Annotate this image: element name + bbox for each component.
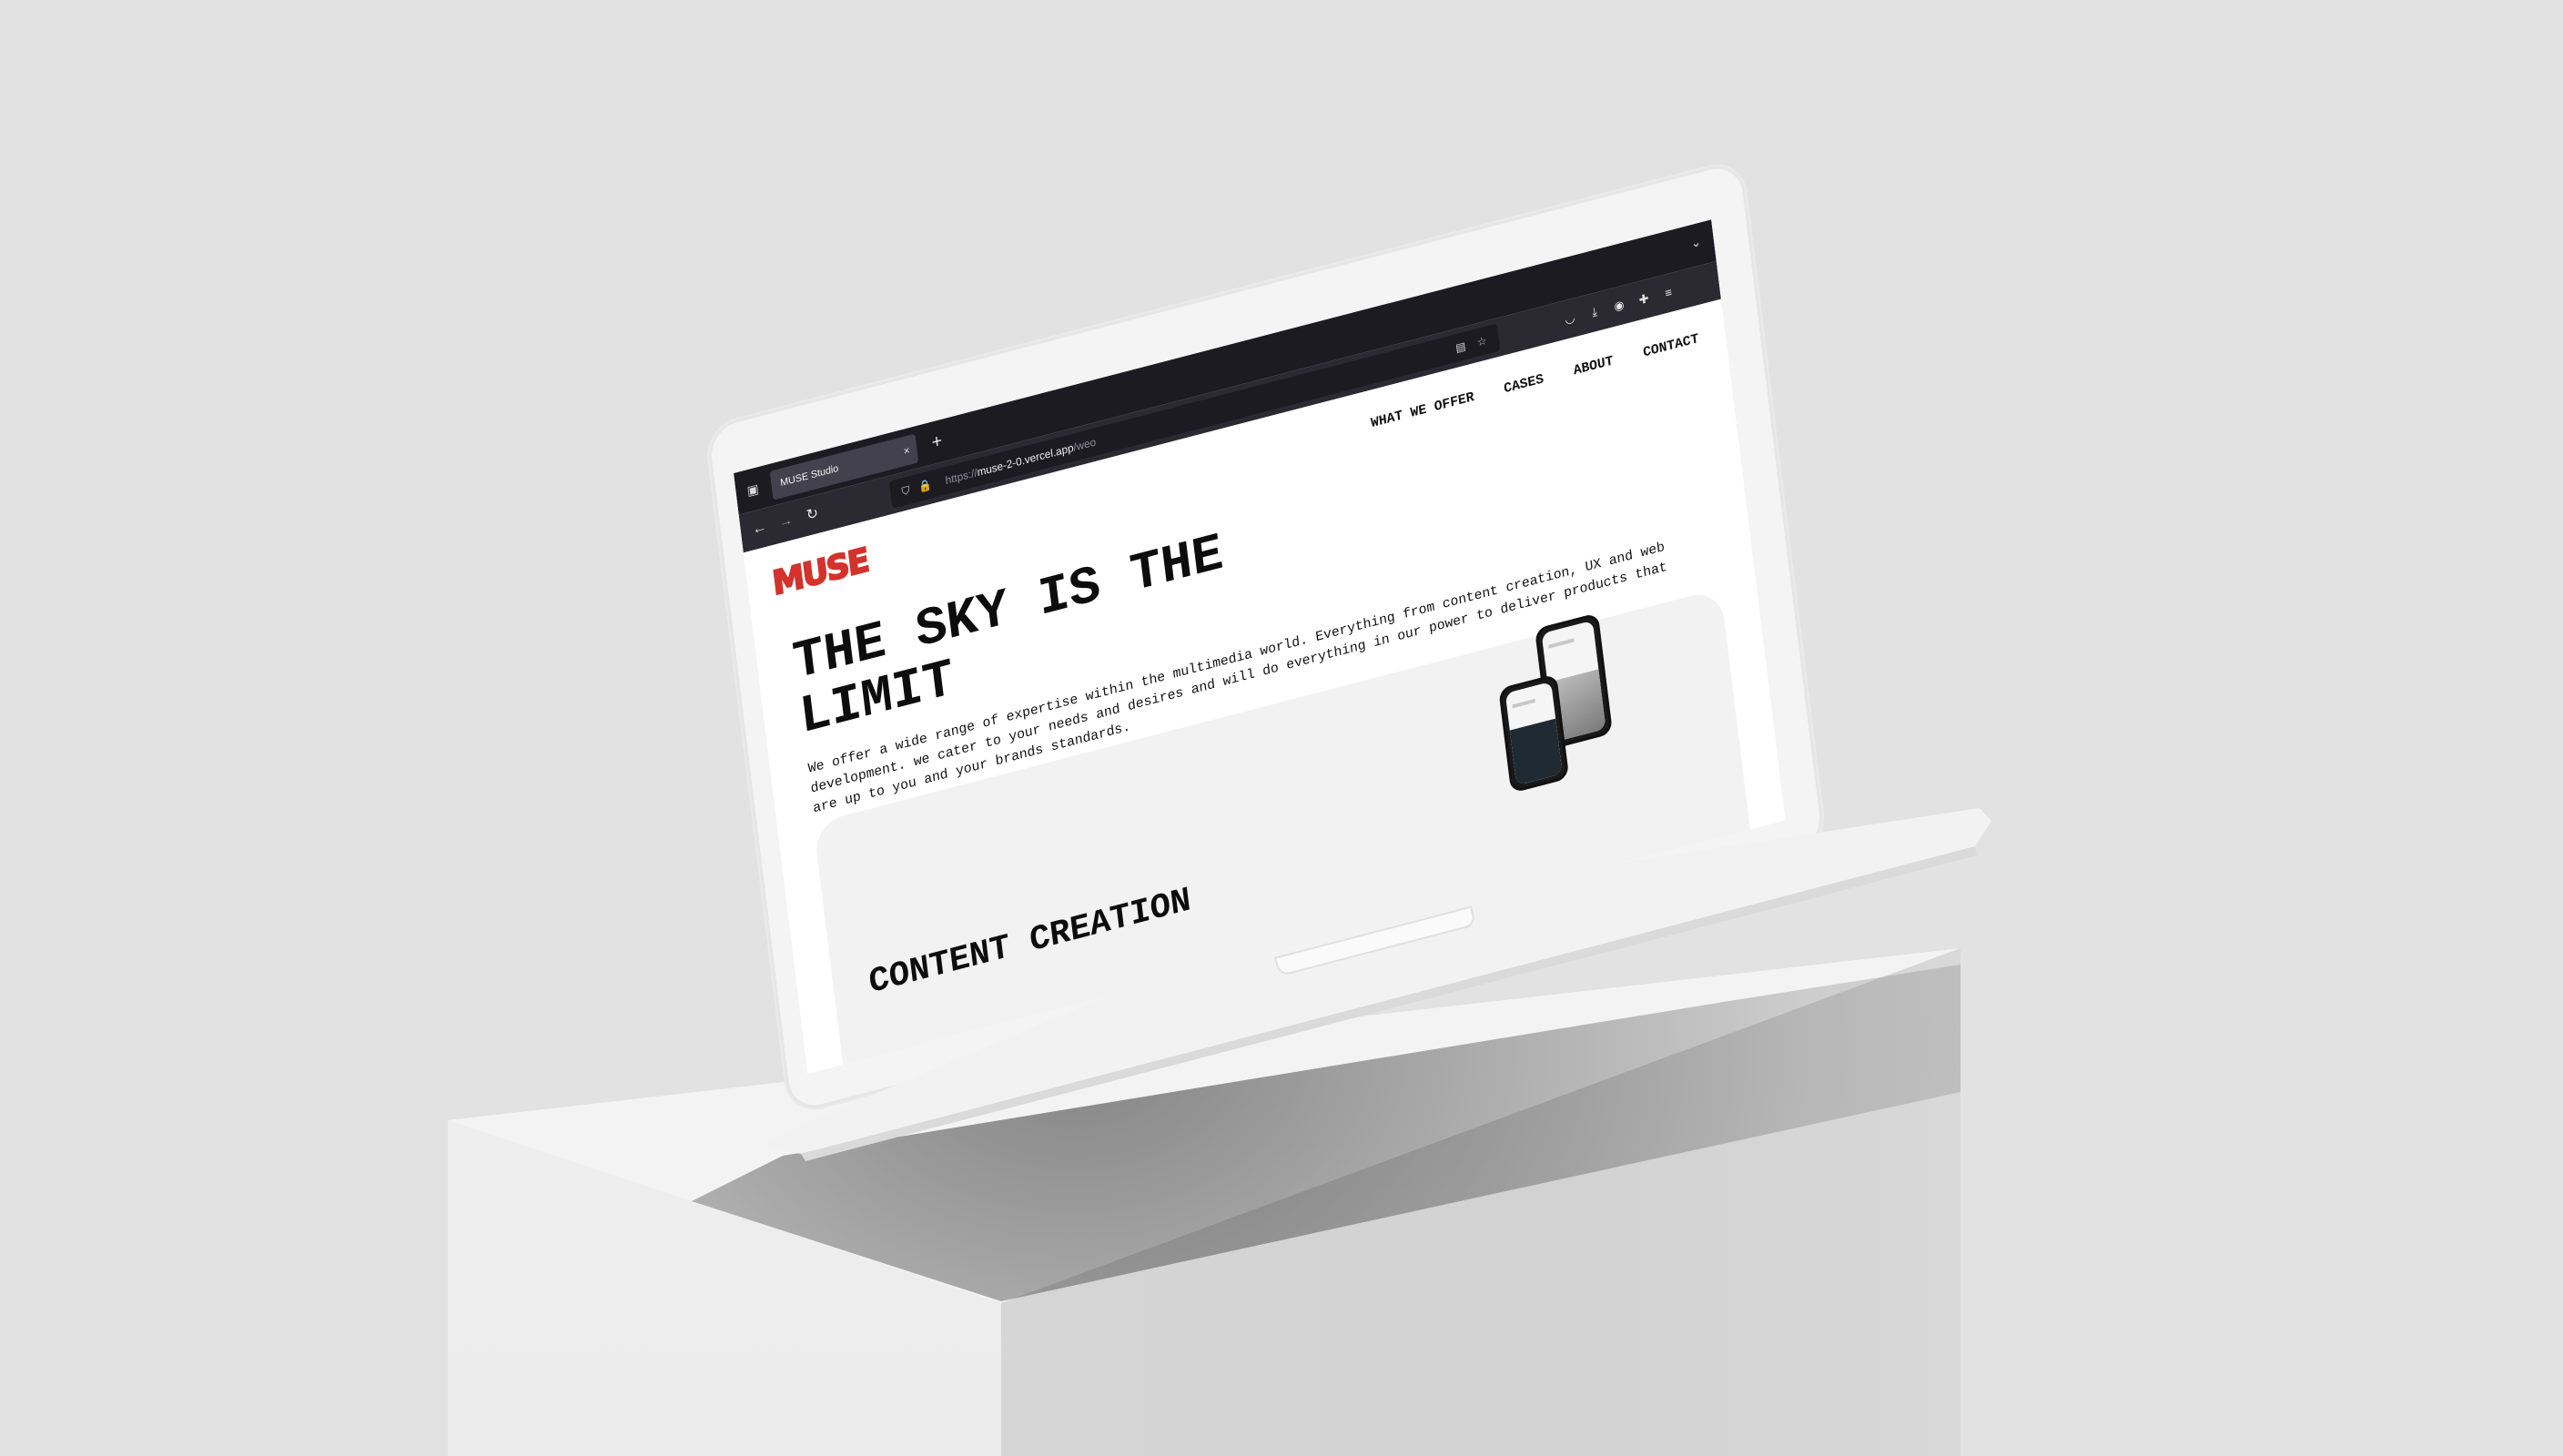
url-path: /weo [1072,435,1097,454]
nav-what-we-offer[interactable]: WHAT WE OFFER [1370,389,1474,431]
puzzle-icon[interactable]: ✚ [1633,287,1655,311]
reload-icon[interactable]: ↻ [802,502,824,527]
new-tab-button[interactable]: + [924,427,949,456]
chevron-down-icon[interactable]: ⌄ [1690,234,1702,252]
arrow-left-icon[interactable]: ← [749,517,771,541]
card-title: CONTENT CREATION [866,881,1193,1004]
phone-mockup-small [1498,673,1570,794]
arrow-right-icon[interactable]: → [775,510,797,534]
nav-about[interactable]: ABOUT [1573,353,1615,379]
star-icon[interactable]: ☆ [1473,331,1491,351]
reader-view-icon[interactable]: ▤ [1452,337,1470,357]
pocket-icon[interactable]: ◡ [1559,307,1581,331]
download-icon[interactable]: ⤓ [1584,300,1606,325]
muse-logo[interactable]: MUSE [770,541,872,604]
nav-contact[interactable]: CONTACT [1642,331,1699,361]
hamburger-menu-icon[interactable]: ≡ [1657,280,1679,305]
tab-list-icon[interactable]: ▣ [744,480,762,500]
url-scheme: https:// [944,466,978,488]
shield-icon[interactable]: ⛉ [897,480,915,500]
lock-icon[interactable]: 🔒 [917,476,935,496]
nav-cases[interactable]: CASES [1503,371,1545,397]
close-icon[interactable]: × [902,435,912,466]
tab-title: MUSE Studio [779,462,839,490]
account-icon[interactable]: ◉ [1608,293,1630,318]
